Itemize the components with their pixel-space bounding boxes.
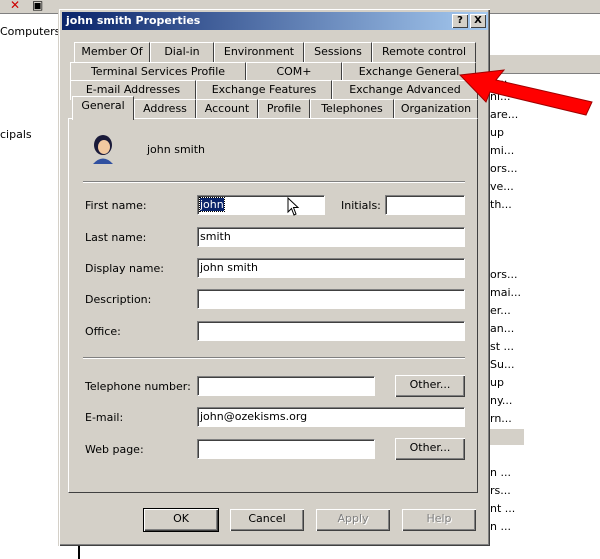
close-title-button[interactable]: X bbox=[470, 14, 486, 28]
ok-button[interactable]: OK bbox=[143, 508, 219, 532]
background-tree: Computers cipals bbox=[0, 14, 64, 559]
cancel-button[interactable]: Cancel bbox=[230, 509, 304, 531]
list-item[interactable]: ny... bbox=[490, 394, 512, 407]
description-label: Description: bbox=[85, 293, 152, 306]
tab-address[interactable]: Address bbox=[134, 99, 196, 119]
tab-com-plus[interactable]: COM+ bbox=[246, 62, 342, 82]
user-icon bbox=[93, 135, 113, 164]
email-input[interactable]: john@ozekisms.org bbox=[197, 407, 465, 427]
separator bbox=[83, 357, 465, 359]
tab-remote-control[interactable]: Remote control bbox=[372, 42, 476, 62]
list-item[interactable]: mi... bbox=[490, 144, 514, 157]
first-name-input[interactable]: john bbox=[197, 195, 325, 215]
last-name-label: Last name: bbox=[85, 231, 147, 244]
list-item[interactable]: up bbox=[490, 376, 504, 389]
user-display-name: john smith bbox=[147, 143, 206, 156]
initials-input[interactable] bbox=[385, 195, 465, 215]
telephone-input[interactable] bbox=[197, 376, 375, 396]
annotation-arrow-icon bbox=[458, 69, 593, 116]
properties-icon[interactable]: ▣ bbox=[32, 0, 43, 12]
first-name-label: First name: bbox=[85, 199, 147, 212]
tab-profile[interactable]: Profile bbox=[258, 99, 310, 119]
display-name-input[interactable]: john smith bbox=[197, 258, 465, 278]
office-label: Office: bbox=[85, 325, 121, 338]
help-title-button[interactable]: ? bbox=[452, 14, 468, 28]
tab-dial-in[interactable]: Dial-in bbox=[150, 42, 214, 62]
web-page-input[interactable] bbox=[197, 439, 375, 459]
title-bar[interactable]: john smith Properties ? X bbox=[62, 12, 488, 30]
list-item[interactable]: ors... bbox=[490, 268, 517, 281]
list-item[interactable]: rn... bbox=[490, 412, 512, 425]
telephone-label: Telephone number: bbox=[85, 380, 191, 393]
tab-exchange-features[interactable]: Exchange Features bbox=[196, 80, 332, 100]
delete-icon[interactable]: ✕ bbox=[10, 0, 20, 12]
list-item[interactable]: an... bbox=[490, 322, 514, 335]
list-item[interactable]: mai... bbox=[490, 286, 521, 299]
tab-account[interactable]: Account bbox=[196, 99, 258, 119]
mouse-cursor-icon bbox=[287, 197, 300, 216]
description-input[interactable] bbox=[197, 289, 465, 309]
email-label: E-mail: bbox=[85, 411, 124, 424]
tab-general[interactable]: General bbox=[72, 96, 134, 120]
general-tab-panel: john smith First name: john Initials: La… bbox=[68, 118, 478, 493]
tab-telephones[interactable]: Telephones bbox=[310, 99, 394, 119]
list-item[interactable]: th... bbox=[490, 198, 512, 211]
list-item[interactable]: nt ... bbox=[490, 502, 515, 515]
tab-terminal-services-profile[interactable]: Terminal Services Profile bbox=[70, 62, 246, 82]
web-page-other-button[interactable]: Other... bbox=[395, 438, 465, 460]
tab-sessions[interactable]: Sessions bbox=[304, 42, 372, 62]
list-item[interactable]: rs... bbox=[490, 484, 511, 497]
tree-item[interactable]: cipals bbox=[0, 128, 32, 141]
office-input[interactable] bbox=[197, 321, 465, 341]
separator bbox=[83, 181, 465, 183]
tab-environment[interactable]: Environment bbox=[214, 42, 304, 62]
list-item[interactable]: Su... bbox=[490, 358, 514, 371]
list-selection bbox=[490, 429, 524, 445]
list-item[interactable]: ve... bbox=[490, 180, 514, 193]
telephone-other-button[interactable]: Other... bbox=[395, 375, 465, 397]
apply-button[interactable]: Apply bbox=[316, 509, 390, 531]
list-item[interactable]: st ... bbox=[490, 340, 514, 353]
display-name-label: Display name: bbox=[85, 262, 164, 275]
list-item[interactable]: n ... bbox=[490, 466, 511, 479]
list-item[interactable]: ors... bbox=[490, 162, 517, 175]
last-name-input[interactable]: smith bbox=[197, 227, 465, 247]
list-item[interactable]: er... bbox=[490, 304, 511, 317]
help-button[interactable]: Help bbox=[402, 509, 476, 531]
initials-label: Initials: bbox=[341, 199, 381, 212]
web-page-label: Web page: bbox=[85, 443, 144, 456]
tree-item[interactable]: Computers bbox=[0, 25, 60, 38]
tab-member-of[interactable]: Member Of bbox=[74, 42, 150, 62]
dialog-title: john smith Properties bbox=[66, 14, 201, 27]
list-item[interactable]: n ... bbox=[490, 520, 511, 533]
